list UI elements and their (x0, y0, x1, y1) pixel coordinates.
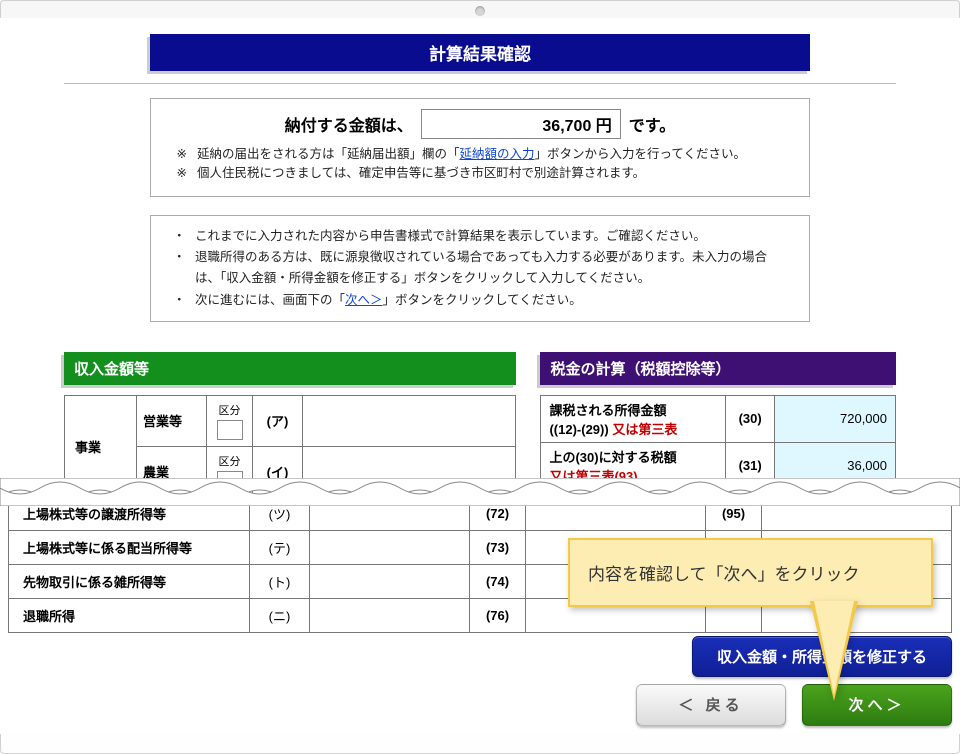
row-code: (ト) (250, 565, 310, 599)
info-line: 退職所得のある方は、既に源泉徴収されている場合であっても入力する必要があります。… (195, 247, 787, 290)
value-cell[interactable] (310, 531, 470, 565)
payment-summary: 納付する金額は、 36,700 円 です。 ※ 延納の届出をされる方は「延納届出… (150, 98, 810, 197)
payment-suffix: です。 (629, 112, 675, 136)
row-name: 営業等 (137, 395, 207, 446)
tax-row-sub-red: 又は第三表(93) (549, 469, 637, 484)
defer-input-link[interactable]: 延納額の入力 (460, 147, 535, 161)
page: 計算結果確認 納付する金額は、 36,700 円 です。 ※ 延納の届出をされる… (0, 18, 960, 734)
row-name: 農業 (137, 446, 207, 497)
callout-tail-icon (814, 601, 854, 695)
kubun-label: 区分 (219, 405, 241, 417)
value-cell[interactable] (310, 497, 470, 531)
tax-heading: 税金の計算（税額控除等） (540, 352, 896, 385)
row-num2: (95) (706, 497, 762, 531)
kubun-label: 区分 (219, 456, 241, 468)
payment-note: ※ 延納の届出をされる方は「延納届出額」欄の「延納額の入力」ボタンから入力を行っ… (169, 145, 791, 164)
tax-row-value: 36,000 (775, 442, 896, 489)
row-label: 上場株式等に係る配当所得等 (9, 531, 250, 565)
payment-note: ※ 個人住民税につきましては、確定申告等に基づき市区町村で別途計算されます。 (169, 164, 791, 183)
info-box: ・これまでに入力された内容から申告書様式で計算結果を表示しています。ご確認くださ… (150, 215, 810, 322)
tax-row-title: 課税される所得金額 (549, 400, 716, 419)
note-text: 個人住民税につきましては、確定申告等に基づき市区町村で別途計算されます。 (197, 164, 645, 183)
payment-amount: 36,700 円 (421, 109, 621, 139)
kubun-input[interactable] (217, 471, 243, 491)
row-num: (76) (470, 599, 526, 633)
row-num: (73) (470, 531, 526, 565)
value-cell[interactable] (762, 497, 952, 531)
info-line: 次に進むには、画面下の「 (195, 293, 345, 307)
row-label: 先物取引に係る雑所得等 (9, 565, 250, 599)
row-code: (ア) (253, 395, 303, 446)
payment-prefix: 納付する金額は、 (285, 112, 413, 136)
row-label: 退職所得 (9, 599, 250, 633)
row-code: (テ) (250, 531, 310, 565)
hint-callout: 内容を確認して「次へ」をクリック (568, 538, 933, 607)
income-pane: 収入金額等 事業 営業等 区分 (ア) 農業 区分 (64, 352, 516, 498)
tax-row-num: (30) (725, 395, 775, 442)
tax-row-sub-red: 又は第三表 (612, 422, 677, 437)
back-button[interactable]: ＜ 戻る (636, 684, 786, 726)
info-line: 」ボタンをクリックしてください。 (383, 293, 582, 307)
value-cell[interactable] (303, 446, 516, 497)
kubun-input[interactable] (217, 420, 243, 440)
tax-pane: 税金の計算（税額控除等） 課税される所得金額 ((12)-(29)) 又は第三表… (540, 352, 896, 498)
tax-row-num: (31) (725, 442, 775, 489)
divider (64, 83, 896, 84)
row-label: 上場株式等の譲渡所得等 (9, 497, 250, 531)
next-link[interactable]: 次へ＞ (345, 293, 383, 307)
row-num: (72) (470, 497, 526, 531)
value-cell[interactable] (303, 395, 516, 446)
value-cell[interactable] (526, 497, 706, 531)
tax-row-value: 720,000 (775, 395, 896, 442)
group-label: 事業 (65, 395, 137, 497)
hint-text: 内容を確認して「次へ」をクリック (588, 565, 860, 584)
row-code: (ニ) (250, 599, 310, 633)
table-row: 上場株式等の譲渡所得等 (ツ) (72) (95) (9, 497, 952, 531)
camera-dot-icon (475, 6, 485, 16)
value-cell[interactable] (310, 565, 470, 599)
tax-row-sub: ((12)-(29)) (549, 422, 608, 437)
tax-row-title: 上の(30)に対する税額 (549, 447, 716, 466)
row-code: (ツ) (250, 497, 310, 531)
value-cell[interactable] (310, 599, 470, 633)
info-line: これまでに入力された内容から申告書様式で計算結果を表示しています。ご確認ください… (195, 226, 706, 247)
note-text: 」ボタンから入力を行ってください。 (535, 147, 747, 161)
income-heading: 収入金額等 (64, 352, 516, 385)
row-num: (74) (470, 565, 526, 599)
note-text: 延納の届出をされる方は「延納届出額」欄の「 (197, 147, 460, 161)
row-code: (イ) (253, 446, 303, 497)
note-symbol: ※ (169, 145, 187, 164)
page-title: 計算結果確認 (150, 34, 810, 71)
note-symbol: ※ (169, 164, 187, 183)
